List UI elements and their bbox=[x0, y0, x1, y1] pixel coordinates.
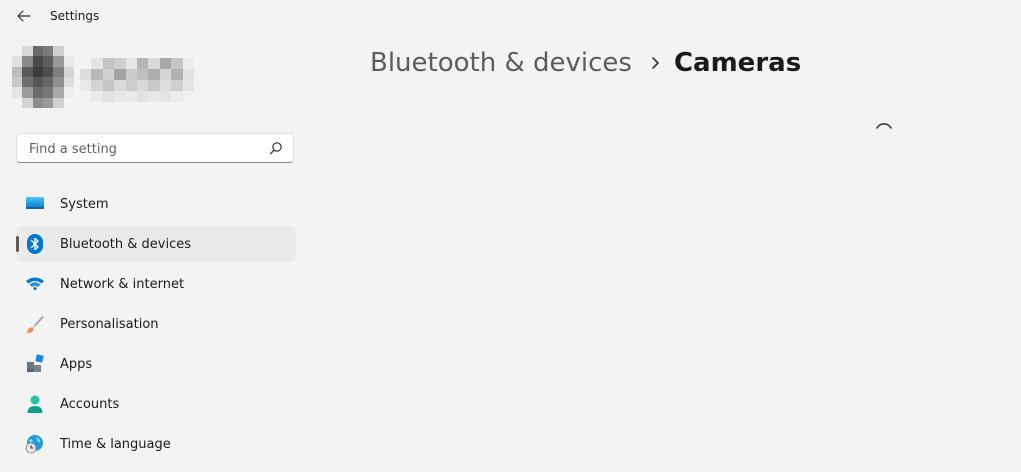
person-icon bbox=[25, 394, 45, 414]
sidebar-item-label: Time & language bbox=[60, 436, 171, 452]
sidebar-item-label: Personalisation bbox=[60, 316, 159, 332]
back-arrow-icon bbox=[17, 10, 31, 22]
sidebar-item-label: Network & internet bbox=[60, 276, 185, 292]
breadcrumb: Bluetooth & devices Cameras bbox=[370, 48, 801, 78]
breadcrumb-parent-link[interactable]: Bluetooth & devices bbox=[370, 48, 632, 78]
avatar[interactable] bbox=[12, 46, 74, 108]
sidebar-item-label: Bluetooth & devices bbox=[60, 236, 191, 252]
search-input[interactable] bbox=[27, 134, 271, 164]
search-box[interactable] bbox=[16, 133, 294, 164]
back-button[interactable] bbox=[12, 4, 36, 28]
sidebar-item-system[interactable]: System bbox=[16, 186, 296, 222]
paintbrush-icon bbox=[25, 314, 45, 334]
sidebar-item-accounts[interactable]: Accounts bbox=[16, 386, 296, 422]
sidebar-item-network-internet[interactable]: Network & internet bbox=[16, 266, 296, 302]
loading-spinner-icon bbox=[876, 123, 892, 129]
title-bar: Settings bbox=[0, 0, 1021, 32]
apps-icon bbox=[25, 354, 45, 374]
sidebar-item-personalisation[interactable]: Personalisation bbox=[16, 306, 296, 342]
chevron-right-icon bbox=[650, 56, 660, 70]
bluetooth-icon bbox=[25, 234, 45, 254]
sidebar-item-label: Apps bbox=[60, 356, 93, 372]
wifi-icon bbox=[25, 274, 45, 294]
sidebar-item-label: System bbox=[60, 196, 109, 212]
app-title: Settings bbox=[50, 9, 100, 23]
sidebar-item-label: Accounts bbox=[60, 396, 120, 412]
sidebar-item-time-language[interactable]: Time & language bbox=[16, 426, 296, 462]
page-title: Cameras bbox=[673, 48, 802, 78]
monitor-icon bbox=[25, 194, 45, 214]
sidebar-item-apps[interactable]: Apps bbox=[16, 346, 296, 382]
globe-clock-icon bbox=[25, 434, 45, 454]
sidebar-nav: System Bluetooth & devices Network & int… bbox=[16, 186, 296, 466]
account-name bbox=[80, 58, 194, 102]
sidebar-item-bluetooth-devices[interactable]: Bluetooth & devices bbox=[16, 226, 296, 262]
search-icon[interactable] bbox=[269, 141, 283, 155]
